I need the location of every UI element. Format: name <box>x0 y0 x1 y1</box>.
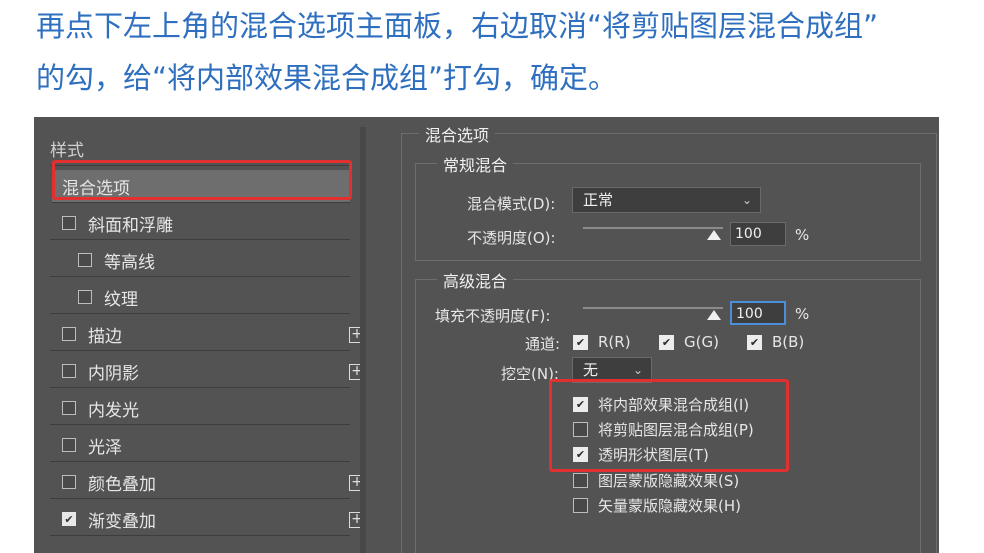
style-item-label: 纹理 <box>104 289 138 310</box>
checkbox-icon[interactable] <box>62 216 76 230</box>
style-item-label: 渐变叠加 <box>88 511 156 532</box>
fill-opacity-label: 填充不透明度(F): <box>435 307 551 325</box>
style-item-label: 斜面和浮雕 <box>88 215 173 236</box>
fill-opacity-slider-track[interactable] <box>583 307 723 309</box>
opacity-input[interactable]: 100 <box>730 222 786 246</box>
opacity-slider-track[interactable] <box>583 227 723 229</box>
opacity-percent: % <box>795 226 810 244</box>
blending-options-panel: 混合选项 常规混合 混合模式(D): 正常 ⌄ 不透明度(O): 100 % 高… <box>397 117 937 553</box>
checkbox-icon[interactable] <box>62 364 76 378</box>
opacity-label: 不透明度(O): <box>467 229 556 247</box>
layer-style-dialog: 样式 混合选项 斜面和浮雕 等高线 纹理 描边 + 内阴影 + 内发光 光泽 颜… <box>34 117 939 553</box>
style-item-label: 描边 <box>88 326 122 347</box>
style-item-satin[interactable]: 光泽 <box>50 429 350 462</box>
general-blending-title: 常规混合 <box>437 152 514 176</box>
opacity-slider-thumb[interactable] <box>707 230 721 240</box>
styles-scrollbar[interactable] <box>360 127 366 553</box>
style-item-color-overlay[interactable]: 颜色叠加 + <box>50 466 365 499</box>
checkbox-icon <box>573 473 588 488</box>
checkbox-icon[interactable] <box>62 327 76 341</box>
channel-label: B(B) <box>772 333 805 351</box>
style-item-label: 等高线 <box>104 252 155 273</box>
checkbox-checked-icon: ✔ <box>573 334 588 350</box>
vector-mask-hides-effects-checkbox[interactable]: 矢量蒙版隐藏效果(H) <box>573 495 741 516</box>
checkbox-icon[interactable] <box>62 475 76 489</box>
style-item-inner-glow[interactable]: 内发光 <box>50 392 350 425</box>
checkbox-icon[interactable] <box>78 290 92 304</box>
style-item-inner-shadow[interactable]: 内阴影 + <box>50 355 365 388</box>
style-item-stroke[interactable]: 描边 + <box>50 318 365 351</box>
style-item-label: 颜色叠加 <box>88 474 156 495</box>
style-item-gradient-overlay[interactable]: ✔ 渐变叠加 + <box>50 503 365 536</box>
advanced-blending-title: 高级混合 <box>437 268 514 292</box>
channel-r-checkbox[interactable]: ✔ R(R) <box>573 333 631 351</box>
checkbox-icon[interactable] <box>62 438 76 452</box>
style-item-label: 内阴影 <box>88 363 139 384</box>
blend-mode-select[interactable]: 正常 ⌄ <box>572 187 761 213</box>
channel-label: G(G) <box>684 333 719 351</box>
style-item-bevel-emboss[interactable]: 斜面和浮雕 <box>50 207 350 240</box>
checkbox-checked-icon: ✔ <box>747 334 762 350</box>
channel-b-checkbox[interactable]: ✔ B(B) <box>747 333 804 351</box>
checkbox-checked-icon: ✔ <box>659 334 674 350</box>
style-item-contour[interactable]: 等高线 <box>50 244 350 277</box>
fill-opacity-input[interactable]: 100 <box>730 301 786 325</box>
caption-line-2: 的勾，给“将内部效果混合成组”打勾，确定。 <box>36 61 618 95</box>
channel-label: R(R) <box>598 333 631 351</box>
style-item-label: 内发光 <box>88 400 139 421</box>
style-item-label: 光泽 <box>88 437 122 458</box>
fill-opacity-slider-thumb[interactable] <box>707 310 721 320</box>
knockout-value: 无 <box>583 361 599 379</box>
chevron-down-icon: ⌄ <box>741 193 752 207</box>
blend-mode-label: 混合模式(D): <box>467 195 556 213</box>
channels-label: 通道: <box>525 335 561 353</box>
option-label: 矢量蒙版隐藏效果(H) <box>598 497 741 515</box>
caption-line-1: 再点下左上角的混合选项主面板，右边取消“将剪贴图层混合成组” <box>36 9 879 43</box>
highlight-box-blending-options <box>52 160 352 200</box>
layer-mask-hides-effects-checkbox[interactable]: 图层蒙版隐藏效果(S) <box>573 470 739 491</box>
channel-g-checkbox[interactable]: ✔ G(G) <box>659 333 719 351</box>
option-label: 图层蒙版隐藏效果(S) <box>598 472 740 490</box>
fill-opacity-percent: % <box>795 305 810 323</box>
checkbox-checked-icon[interactable]: ✔ <box>62 512 76 526</box>
highlight-box-advanced-options <box>549 379 789 472</box>
checkbox-icon <box>573 498 588 513</box>
style-item-texture[interactable]: 纹理 <box>50 281 350 314</box>
blend-mode-value: 正常 <box>583 191 614 209</box>
blending-options-title: 混合选项 <box>419 122 496 146</box>
styles-panel: 样式 混合选项 斜面和浮雕 等高线 纹理 描边 + 内阴影 + 内发光 光泽 颜… <box>34 117 374 553</box>
checkbox-icon[interactable] <box>62 401 76 415</box>
checkbox-icon[interactable] <box>78 253 92 267</box>
